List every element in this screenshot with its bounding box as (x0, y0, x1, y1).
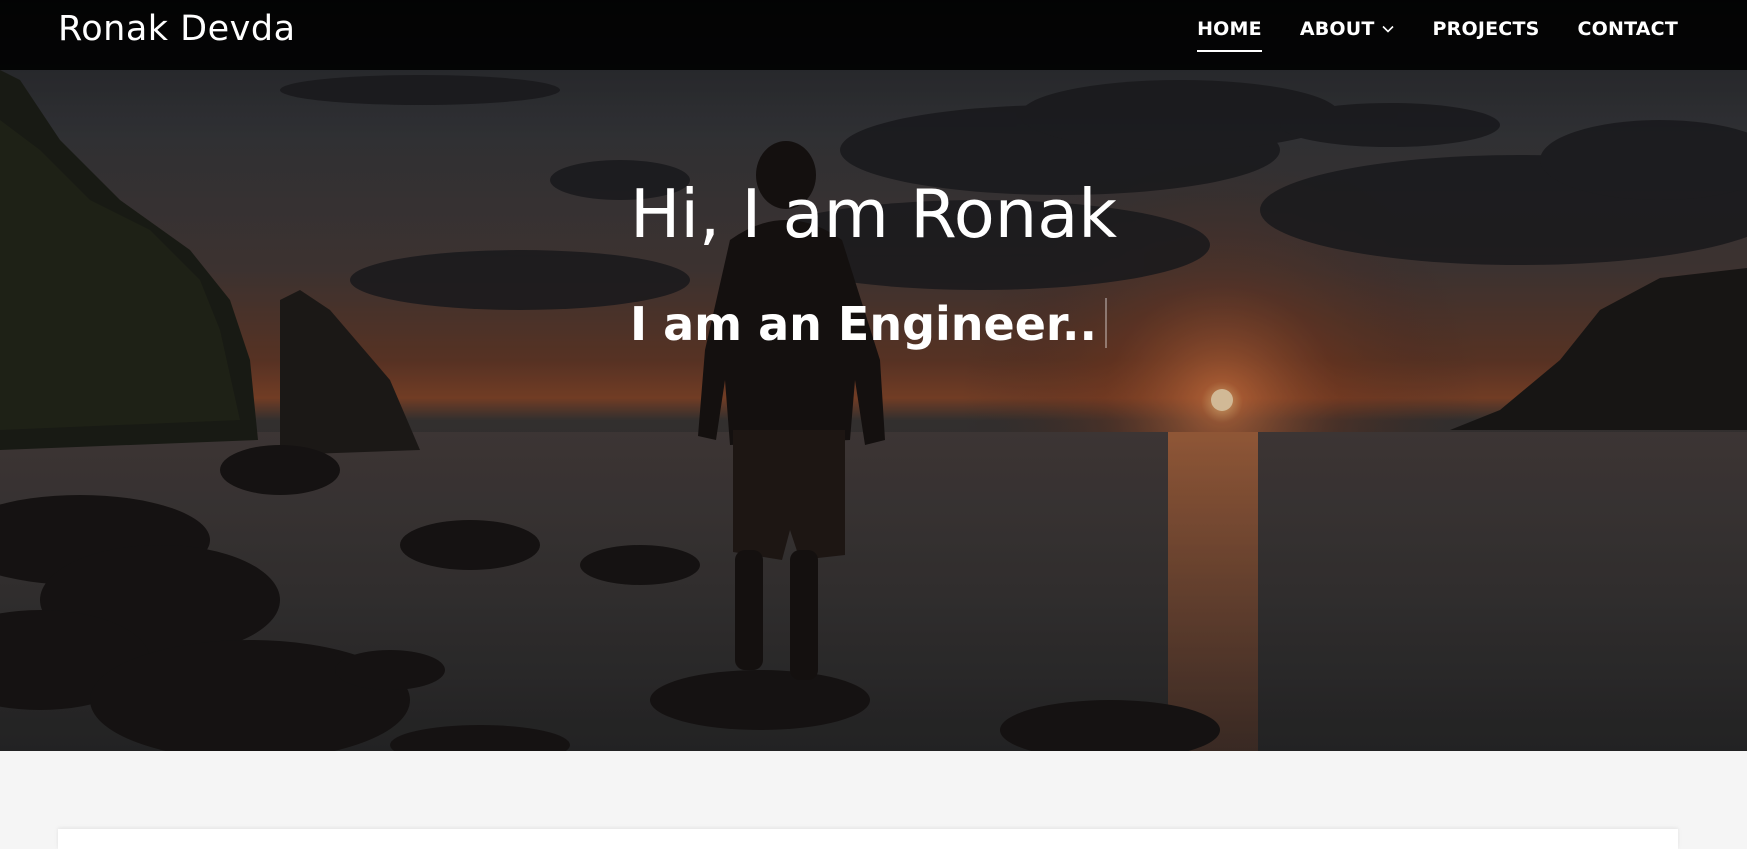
hero-subtitle-text: I am an Engineer.. (629, 297, 1097, 351)
nav-item-home-label: HOME (1197, 17, 1262, 40)
nav-item-home[interactable]: HOME (1197, 17, 1262, 52)
nav-item-projects-label: PROJECTS (1432, 17, 1540, 40)
hero-dark-overlay (0, 0, 1747, 751)
hero-title: Hi, I am Ronak (629, 175, 1118, 253)
nav-item-about-label: ABOUT (1299, 17, 1375, 40)
hero-typing-subtitle: I am an Engineer.. (0, 295, 1737, 353)
content-card (58, 829, 1678, 849)
typing-caret (1105, 298, 1107, 348)
nav-item-projects[interactable]: PROJECTS (1433, 18, 1540, 40)
nav-item-contact-label: CONTACT (1577, 17, 1678, 40)
nav-item-about[interactable]: ABOUT (1300, 18, 1395, 40)
nav-item-contact[interactable]: CONTACT (1578, 18, 1679, 40)
top-navbar: Ronak Devda HOME ABOUT PROJECTS CONTACT (0, 0, 1747, 70)
nav-menu: HOME ABOUT PROJECTS CONTACT (1197, 0, 1678, 57)
hero-section: Hi, I am Ronak I am an Engineer.. (0, 0, 1747, 751)
chevron-down-icon (1381, 25, 1394, 33)
brand-logo-link[interactable]: Ronak Devda (58, 9, 296, 49)
